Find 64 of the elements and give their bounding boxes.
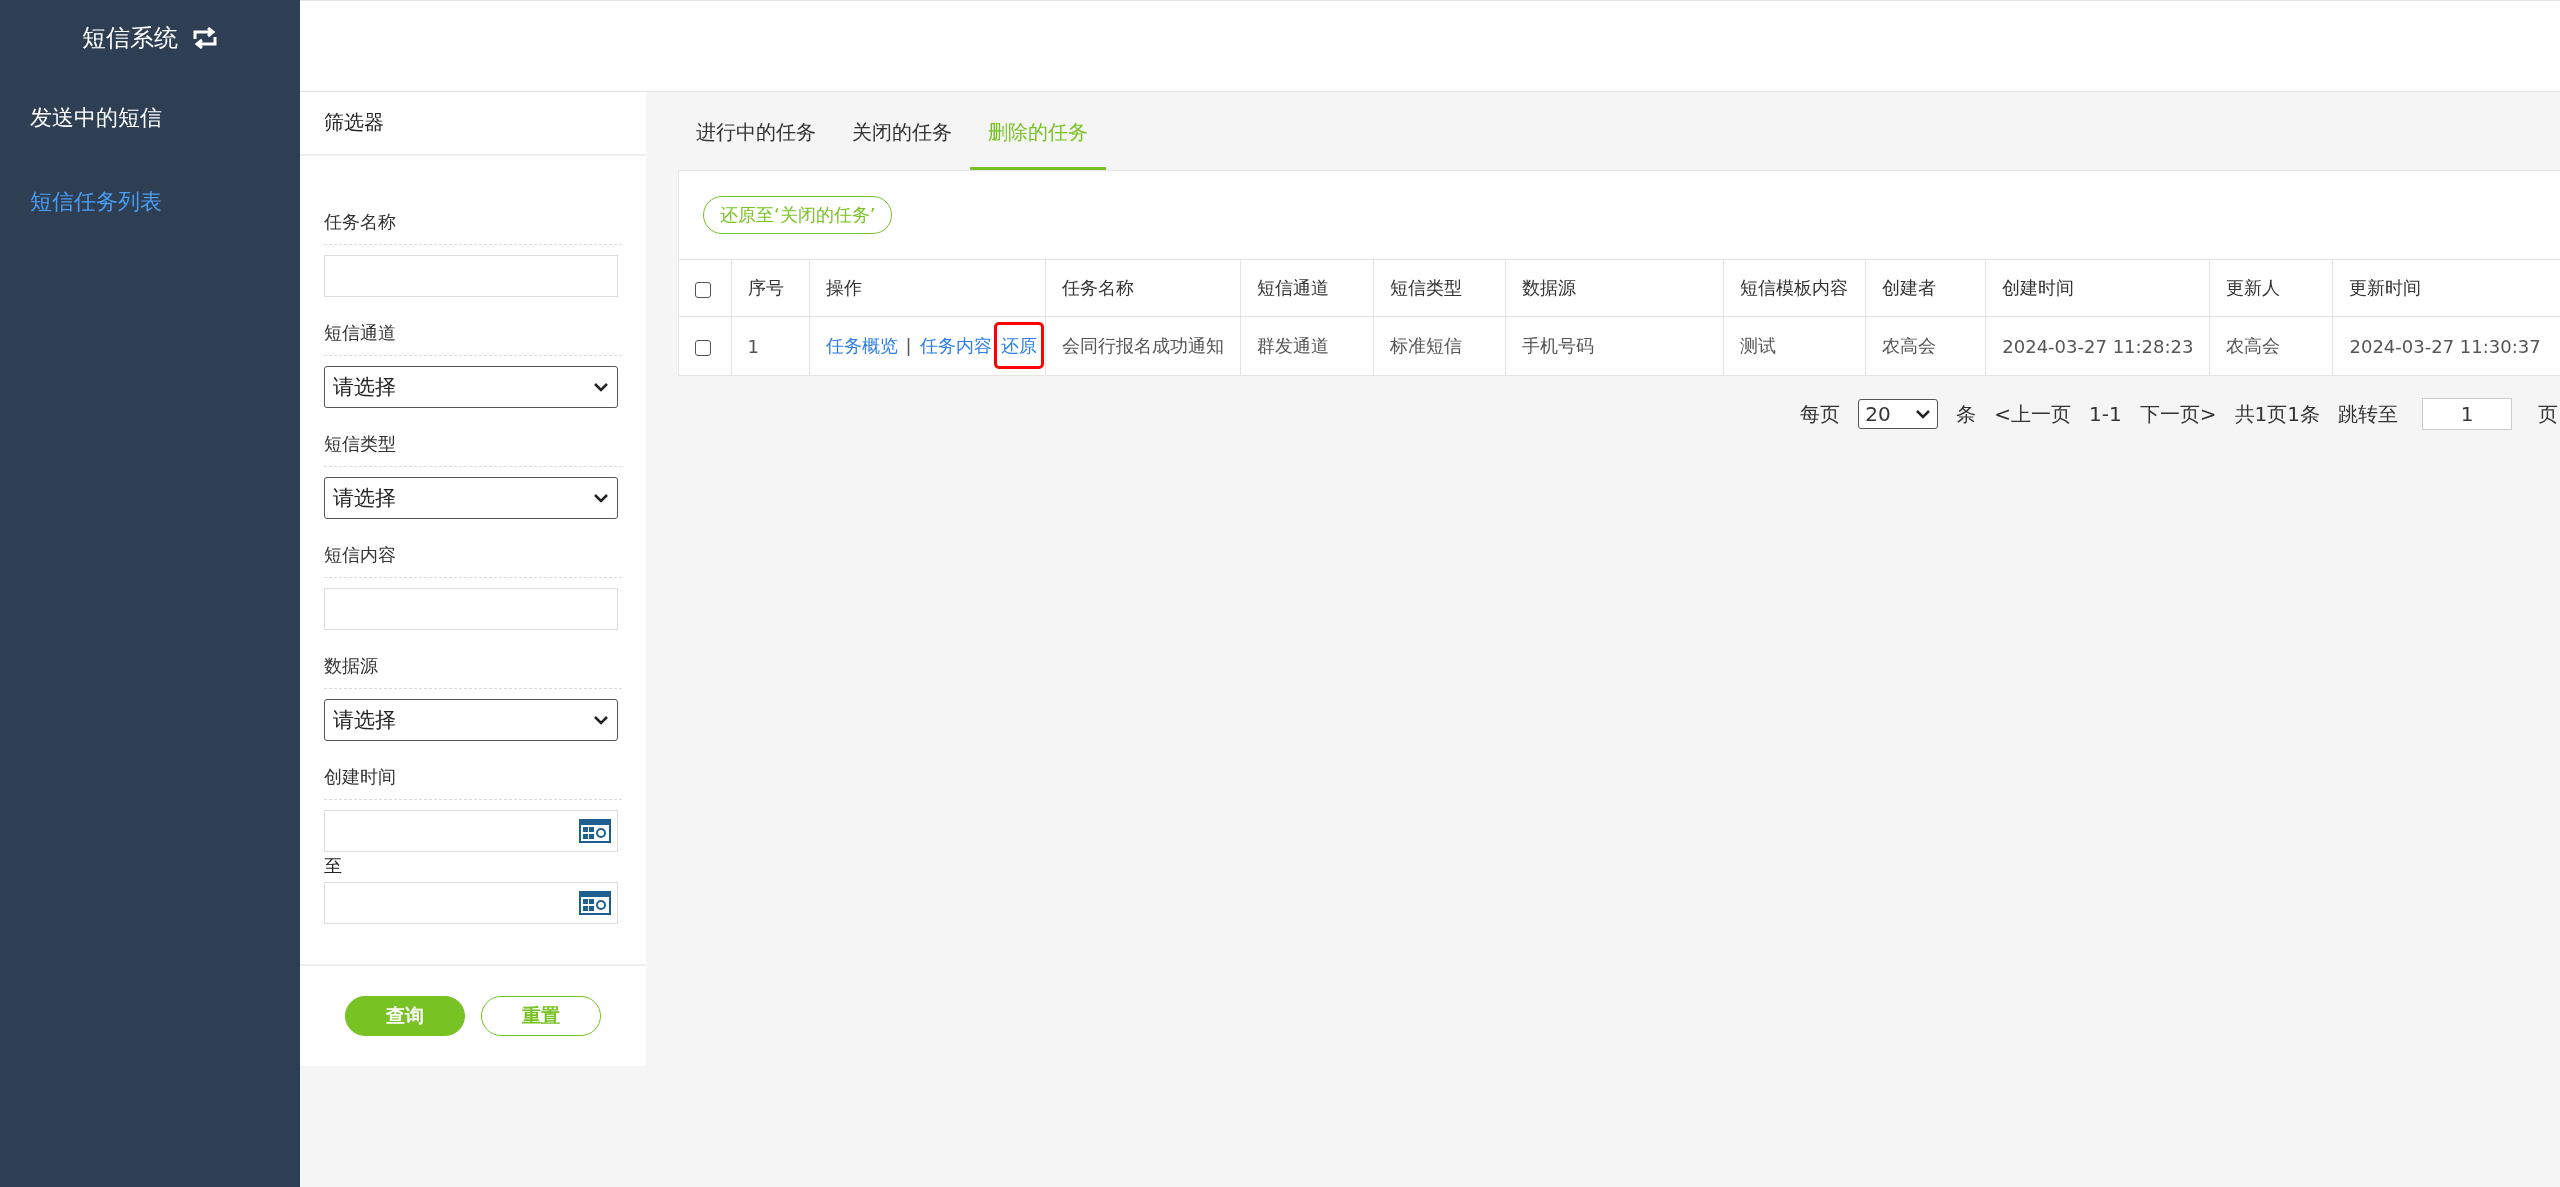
- caret-icon: [593, 715, 609, 725]
- column-header: 短信通道: [1257, 277, 1330, 298]
- select-dropdown[interactable]: 请选择: [324, 366, 618, 408]
- page-range: 1-1: [2089, 402, 2122, 426]
- table-cell: 手机号码: [1522, 335, 1595, 356]
- action-link[interactable]: 任务内容: [919, 333, 992, 358]
- table-cell: 测试: [1740, 335, 1777, 356]
- table-cell: 农高会: [2226, 335, 2281, 356]
- swap-icon[interactable]: [192, 27, 218, 49]
- calendar-icon[interactable]: [579, 891, 611, 915]
- table-cell: 标准短信: [1390, 335, 1463, 356]
- page-input[interactable]: 1: [2422, 398, 2512, 430]
- select-dropdown[interactable]: 请选择: [324, 699, 618, 741]
- tab[interactable]: 关闭的任务: [834, 92, 970, 170]
- table-cell: 会同行报名成功通知: [1062, 335, 1225, 356]
- tab[interactable]: 进行中的任务: [678, 92, 834, 170]
- column-header: 序号: [747, 277, 784, 298]
- field-label: 创建时间: [324, 755, 622, 800]
- unit-label: 条: [1956, 400, 1977, 428]
- next-page-link[interactable]: 下一页>: [2139, 400, 2217, 428]
- sidebar-item[interactable]: 短信任务列表: [0, 160, 300, 244]
- range-separator: 至: [324, 854, 343, 878]
- app-title: 短信系统: [82, 23, 178, 54]
- caret-icon: [593, 493, 609, 503]
- column-header: 数据源: [1522, 277, 1577, 298]
- column-header: 创建者: [1882, 277, 1937, 298]
- jump-label: 跳转至: [2338, 400, 2398, 428]
- column-header: 短信类型: [1390, 277, 1463, 298]
- checkbox[interactable]: [695, 281, 711, 298]
- field-label: 短信通道: [324, 311, 622, 356]
- input-field[interactable]: [324, 588, 618, 630]
- table-cell: 农高会: [1882, 335, 1937, 356]
- table-cell: 2024-03-27 11:28:23: [2002, 335, 2194, 357]
- column-header: 操作: [825, 277, 862, 298]
- checkbox[interactable]: [695, 339, 711, 356]
- column-header: 任务名称: [1062, 277, 1135, 298]
- column-header: 创建时间: [2002, 277, 2075, 298]
- page-label: 页: [2538, 400, 2558, 428]
- calendar-icon[interactable]: [579, 819, 611, 843]
- table-cell: 群发通道: [1257, 335, 1330, 356]
- prev-page-link[interactable]: <上一页: [1994, 400, 2072, 428]
- field-label: 短信内容: [324, 533, 622, 578]
- link-separator: |: [905, 335, 912, 356]
- table-cell: 1: [747, 335, 759, 357]
- field-label: 任务名称: [324, 200, 622, 245]
- column-header: 短信模板内容: [1740, 277, 1849, 298]
- input-field[interactable]: [324, 255, 618, 297]
- caret-icon: [1915, 409, 1932, 419]
- select-dropdown[interactable]: 请选择: [324, 477, 618, 519]
- page-size-select[interactable]: 20: [1858, 399, 1939, 429]
- date-field[interactable]: [324, 810, 618, 852]
- caret-icon: [593, 382, 609, 392]
- page-summary: 共1页1条: [2234, 400, 2320, 428]
- date-field[interactable]: [324, 882, 618, 924]
- action-link[interactable]: 任务概览: [825, 333, 898, 358]
- column-header: 更新时间: [2349, 277, 2422, 298]
- panel-title: 筛选器: [324, 110, 384, 134]
- field-label: 短信类型: [324, 422, 622, 467]
- field-label: 数据源: [324, 644, 622, 689]
- column-header: 更新人: [2226, 277, 2281, 298]
- per-page-label: 每页: [1800, 400, 1841, 428]
- sidebar-item[interactable]: 发送中的短信: [0, 76, 300, 160]
- action-link[interactable]: 还原: [997, 325, 1042, 366]
- table-cell: 2024-03-27 11:30:37: [2349, 335, 2541, 357]
